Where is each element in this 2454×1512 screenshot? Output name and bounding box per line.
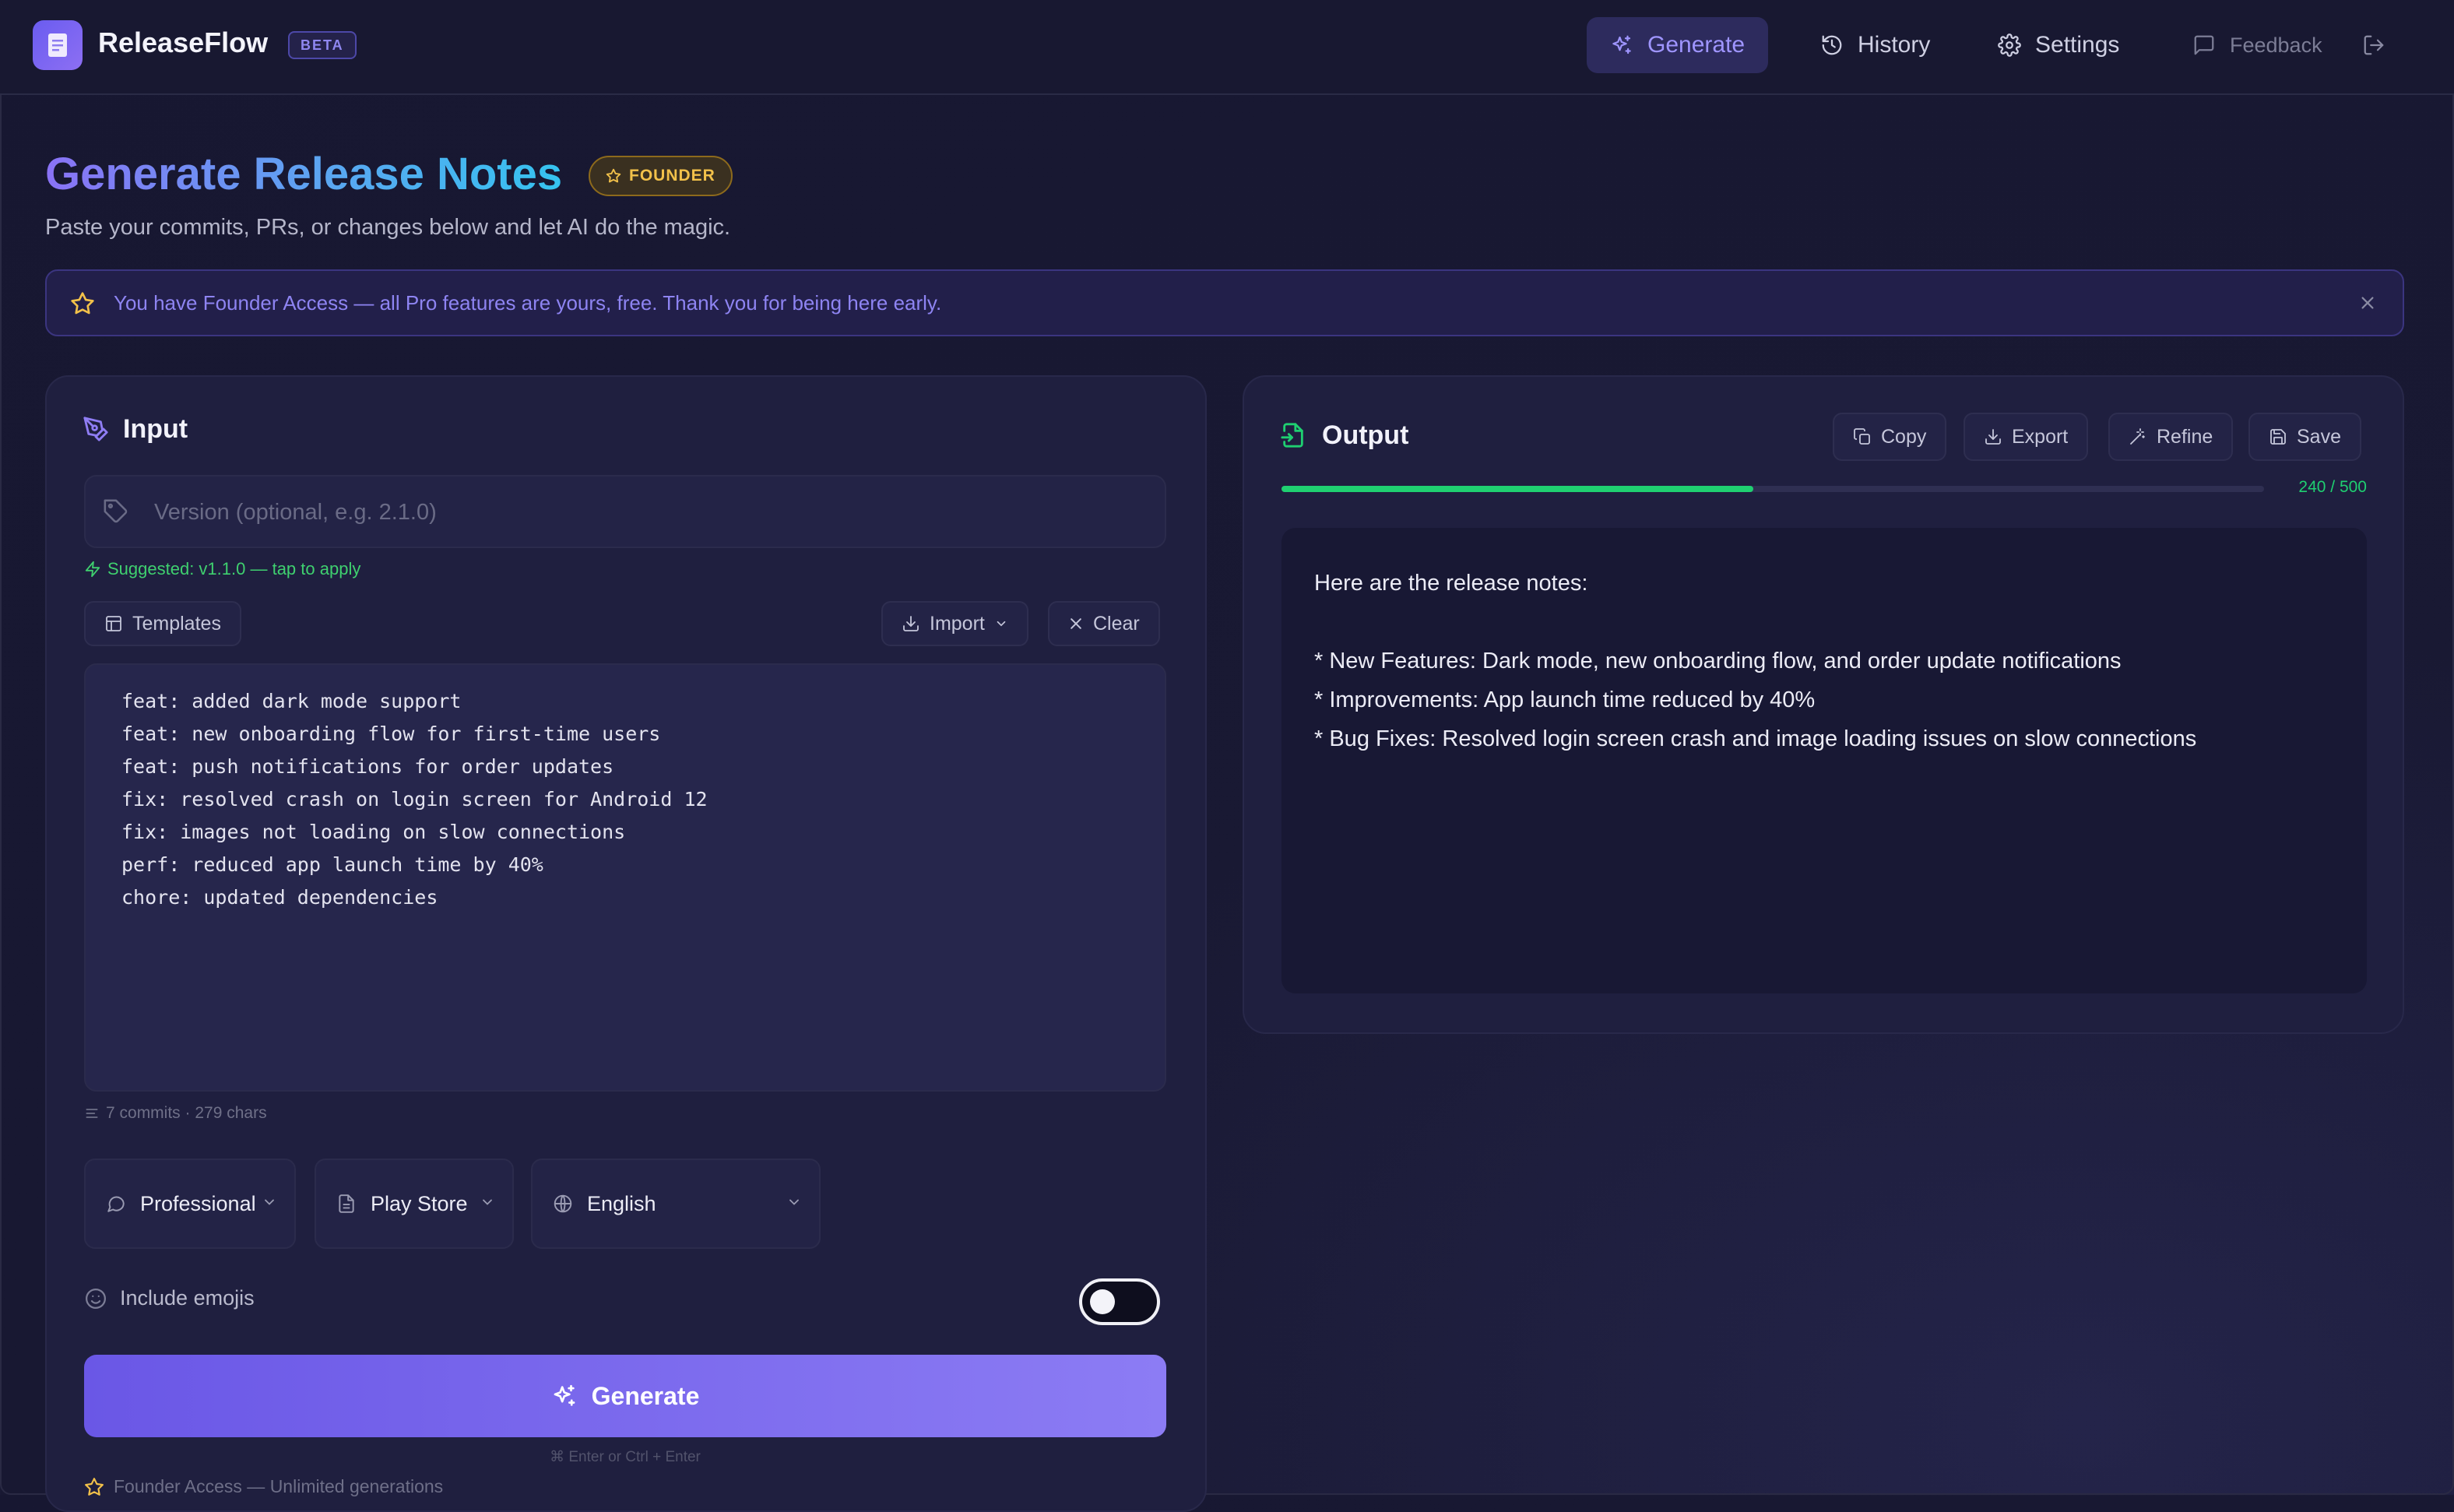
page-subtitle: Paste your commits, PRs, or changes belo…	[45, 215, 731, 240]
output-text[interactable]: Here are the release notes: * New Featur…	[1281, 528, 2367, 993]
sparkles-icon	[1610, 33, 1633, 57]
input-heading: Input	[123, 414, 188, 444]
founder-banner: You have Founder Access — all Pro featur…	[45, 269, 2404, 336]
star-icon	[606, 168, 621, 184]
save-button[interactable]: Save	[2248, 413, 2361, 461]
nav-settings-label: Settings	[2035, 32, 2120, 58]
language-select[interactable]: English	[531, 1159, 821, 1249]
character-progress-bar	[1281, 486, 2264, 492]
nav-history[interactable]: History	[1797, 17, 1953, 73]
beta-badge: BETA	[288, 31, 357, 59]
magic-wand-icon	[2129, 427, 2147, 446]
download-icon	[902, 614, 920, 633]
save-label: Save	[2297, 425, 2341, 448]
chevron-down-icon	[262, 1194, 277, 1210]
platform-value: Play Store	[371, 1191, 468, 1215]
refine-button[interactable]: Refine	[2108, 413, 2234, 461]
logout-icon	[2362, 33, 2385, 57]
nav-settings[interactable]: Settings	[1974, 17, 2143, 73]
founder-badge: FOUNDER	[589, 156, 733, 196]
lines-icon	[84, 1106, 100, 1121]
templates-label: Templates	[132, 612, 221, 635]
history-icon	[1820, 33, 1844, 57]
emoji-label: Include emojis	[120, 1286, 255, 1310]
founder-footer: Founder Access — Unlimited generations	[84, 1476, 443, 1497]
star-icon	[70, 291, 95, 320]
chat-bubble-icon	[106, 1194, 126, 1214]
tone-value: Professional	[140, 1191, 256, 1215]
commits-textarea[interactable]: feat: added dark mode support feat: new …	[84, 663, 1166, 1092]
pen-icon	[83, 416, 109, 446]
refine-label: Refine	[2157, 425, 2213, 448]
tag-icon	[103, 498, 129, 529]
logout-button[interactable]	[2351, 17, 2396, 73]
smile-icon	[84, 1287, 107, 1310]
export-button[interactable]: Export	[1964, 413, 2089, 461]
layout-icon	[104, 614, 123, 633]
import-button[interactable]: Import	[881, 601, 1028, 646]
version-suggestion[interactable]: Suggested: v1.1.0 — tap to apply	[84, 559, 360, 579]
close-icon[interactable]	[2356, 291, 2379, 315]
chevron-down-icon	[480, 1194, 495, 1210]
banner-text: You have Founder Access — all Pro featur…	[114, 290, 942, 315]
commit-count-text: 7 commits · 279 chars	[106, 1104, 267, 1122]
sparkles-icon	[551, 1383, 578, 1409]
templates-button[interactable]: Templates	[84, 601, 241, 646]
character-progress-fill	[1281, 486, 1753, 492]
save-icon	[2269, 427, 2287, 446]
founder-badge-label: FOUNDER	[629, 167, 715, 185]
copy-button[interactable]: Copy	[1833, 413, 1947, 461]
clear-button[interactable]: Clear	[1048, 601, 1160, 646]
generate-label: Generate	[591, 1381, 700, 1410]
app-name: ReleaseFlow	[98, 26, 269, 58]
export-label: Export	[2012, 425, 2069, 448]
platform-select[interactable]: Play Store	[315, 1159, 514, 1249]
clear-label: Clear	[1093, 612, 1140, 635]
tone-select[interactable]: Professional	[84, 1159, 296, 1249]
message-icon	[2192, 33, 2216, 57]
copy-icon	[1853, 427, 1872, 446]
version-input[interactable]	[153, 476, 1129, 548]
character-count: 240 / 500	[2298, 478, 2367, 496]
globe-icon	[553, 1194, 573, 1214]
suggestion-text: Suggested: v1.1.0 — tap to apply	[107, 559, 361, 578]
bolt-icon	[84, 561, 101, 578]
document-icon	[336, 1194, 357, 1214]
top-bar: ReleaseFlow BETA Generate History Settin…	[0, 0, 2454, 95]
emoji-option: Include emojis	[84, 1286, 255, 1310]
star-icon	[84, 1477, 104, 1497]
commit-count: 7 commits · 279 chars	[84, 1104, 267, 1123]
chevron-down-icon	[994, 617, 1008, 631]
chevron-down-icon	[786, 1194, 802, 1210]
copy-label: Copy	[1881, 425, 1927, 448]
nav-feedback[interactable]: Feedback	[2169, 17, 2346, 73]
import-label: Import	[930, 612, 985, 635]
version-field[interactable]	[84, 475, 1166, 548]
download-icon	[1984, 427, 2002, 446]
nav-history-label: History	[1858, 32, 1931, 58]
file-output-icon	[1280, 422, 1306, 452]
emoji-toggle[interactable]	[1079, 1278, 1160, 1325]
output-heading: Output	[1322, 420, 1409, 450]
app-logo-icon[interactable]	[33, 20, 83, 70]
generate-button[interactable]: Generate	[84, 1355, 1166, 1437]
keyboard-shortcut-hint: ⌘ Enter or Ctrl + Enter	[550, 1449, 701, 1465]
founder-footer-text: Founder Access — Unlimited generations	[114, 1476, 444, 1496]
toggle-knob	[1090, 1289, 1115, 1314]
page-title: Generate Release Notes	[45, 149, 563, 199]
nav-feedback-label: Feedback	[2230, 33, 2322, 57]
nav-generate-label: Generate	[1647, 32, 1746, 58]
gear-icon	[1998, 33, 2021, 57]
language-value: English	[587, 1191, 656, 1215]
close-icon	[1068, 616, 1084, 631]
nav-generate[interactable]: Generate	[1587, 17, 1769, 73]
